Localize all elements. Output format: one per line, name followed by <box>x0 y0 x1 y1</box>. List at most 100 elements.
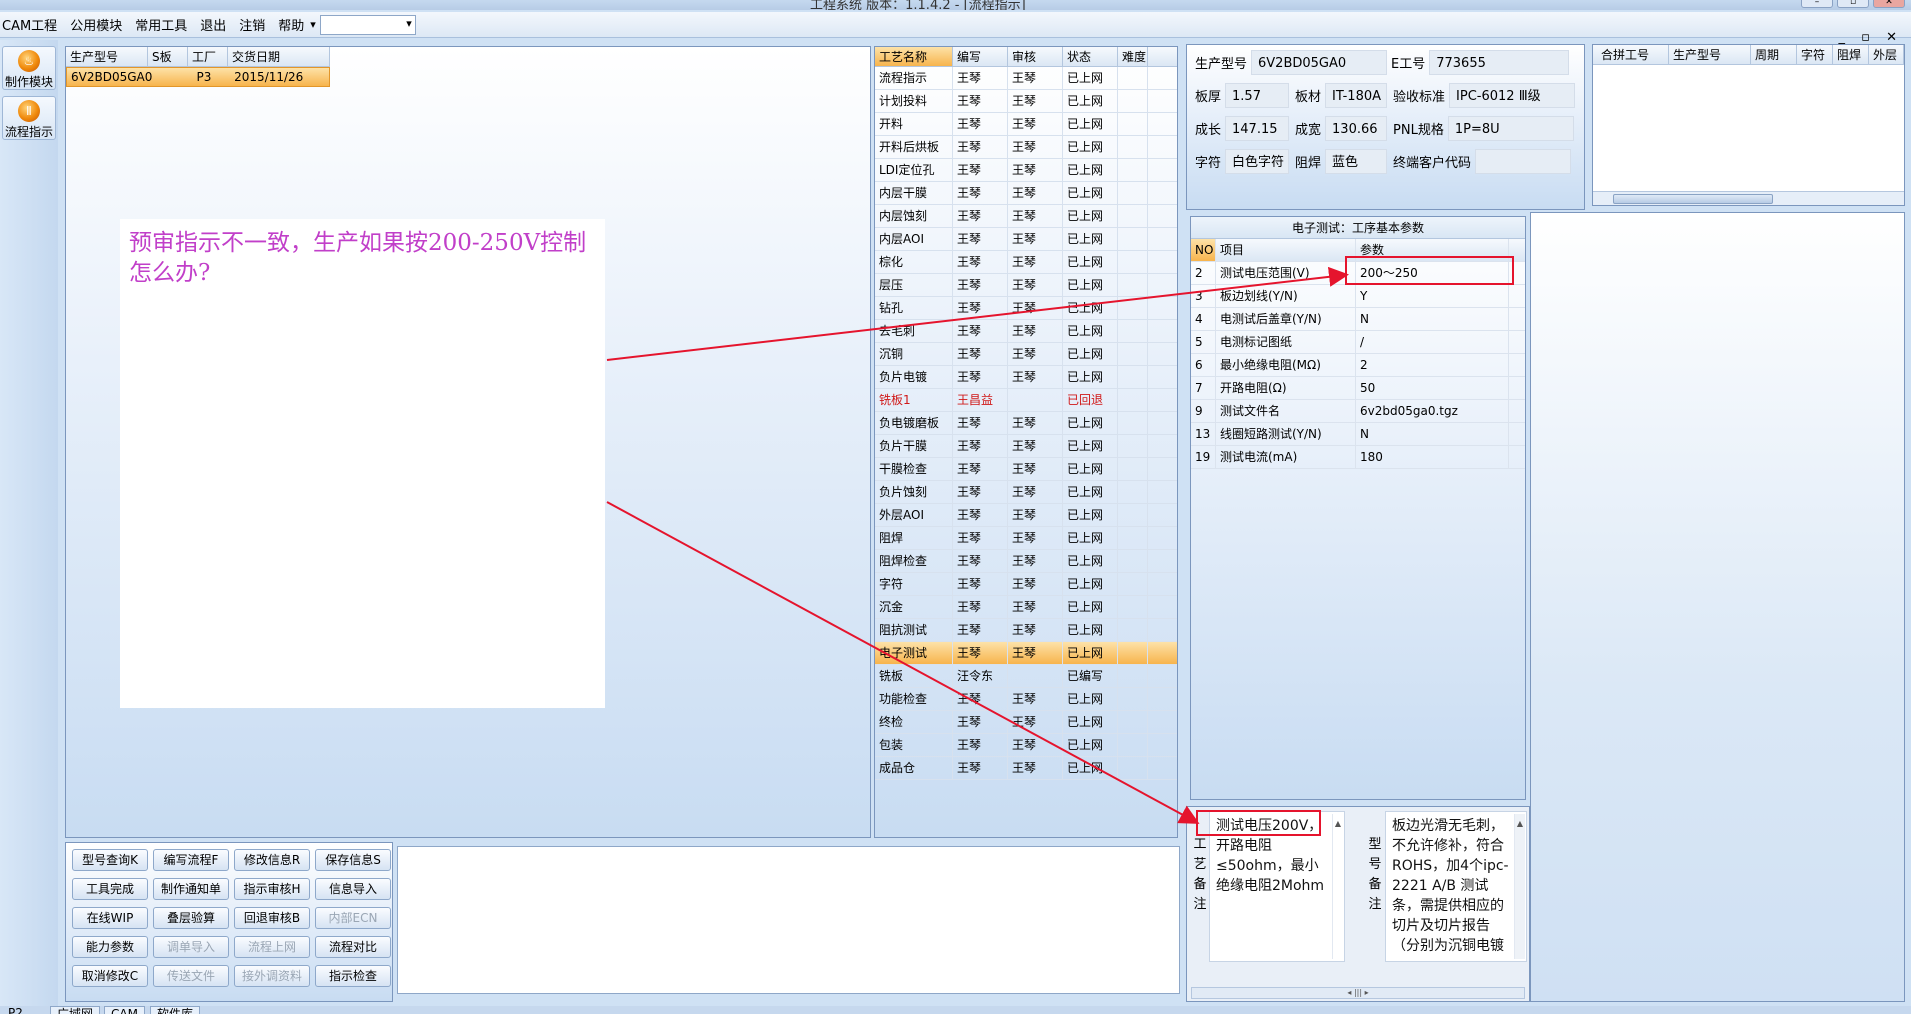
table-row[interactable]: LDI定位孔 王琴 王琴 已上网 <box>875 159 1177 182</box>
field-char[interactable]: 白色字符 <box>1225 149 1290 174</box>
table-row[interactable]: 内层蚀刻 王琴 王琴 已上网 <box>875 205 1177 228</box>
action-button[interactable]: 编写流程F <box>153 849 229 871</box>
action-button[interactable]: 指示审核H <box>234 878 310 900</box>
field-std[interactable]: IPC-6012 Ⅲ级 <box>1449 83 1576 108</box>
col-merge-cycle[interactable]: 周期 <box>1751 45 1797 64</box>
field-thick[interactable]: 1.57 <box>1225 83 1290 108</box>
action-button[interactable]: 回退审核B <box>234 907 310 929</box>
tab-software[interactable]: 软件库 <box>150 1006 201 1014</box>
col-no[interactable]: NO <box>1191 239 1216 261</box>
table-row[interactable]: 6V2BD05GA0 P3 2015/11/26 <box>66 67 330 87</box>
mdi-controls[interactable]: _ ▫ ✕ <box>1839 30 1903 45</box>
rail-button-flow[interactable]: Ⅱ 流程指示 <box>2 96 56 140</box>
table-row[interactable]: 功能检查 王琴 王琴 已上网 <box>875 688 1177 711</box>
action-button[interactable]: 工具完成 <box>72 878 148 900</box>
table-row[interactable]: 开料后烘板 王琴 王琴 已上网 <box>875 136 1177 159</box>
table-row[interactable]: 铣板 汪令东 已编写 <box>875 665 1177 688</box>
field-width[interactable]: 130.66 <box>1325 116 1388 141</box>
tab-cam[interactable]: CAM <box>104 1006 145 1014</box>
field-pnl[interactable]: 1P=8U <box>1447 116 1574 141</box>
table-row[interactable]: 9 测试文件名 6v2bd05ga0.tgz <box>1191 400 1525 423</box>
table-row[interactable]: 负电镀磨板 王琴 王琴 已上网 <box>875 412 1177 435</box>
table-row[interactable]: 干膜检查 王琴 王琴 已上网 <box>875 458 1177 481</box>
col-sboard[interactable]: S板 <box>148 47 188 66</box>
action-button[interactable]: 保存信息S <box>315 849 391 871</box>
menu-exit[interactable]: 退出 <box>200 15 226 34</box>
table-row[interactable]: 包装 王琴 王琴 已上网 <box>875 734 1177 757</box>
table-row[interactable]: 计划投料 王琴 王琴 已上网 <box>875 90 1177 113</box>
table-row[interactable]: 3 板边划线(Y/N) Y <box>1191 285 1525 308</box>
table-row[interactable]: 5 电测标记图纸 / <box>1191 331 1525 354</box>
action-button[interactable]: 叠层验算 <box>153 907 229 929</box>
col-reviewer[interactable]: 审核 <box>1008 47 1063 66</box>
field-material[interactable]: IT-180A <box>1325 83 1388 108</box>
table-row[interactable]: 成品仓 王琴 王琴 已上网 <box>875 757 1177 780</box>
table-row[interactable]: 沉铜 王琴 王琴 已上网 <box>875 343 1177 366</box>
merge-scrollbar[interactable] <box>1593 191 1904 205</box>
table-row[interactable]: 去毛刺 王琴 王琴 已上网 <box>875 320 1177 343</box>
table-row[interactable]: 电子测试 王琴 王琴 已上网 <box>875 642 1177 665</box>
memo-textbox[interactable] <box>397 846 1180 994</box>
menu-logout[interactable]: 注销 <box>239 15 265 34</box>
action-button[interactable]: 制作通知单 <box>153 878 229 900</box>
table-row[interactable]: 外层AOI 王琴 王琴 已上网 <box>875 504 1177 527</box>
menu-public[interactable]: 公用模块 <box>70 15 122 34</box>
table-row[interactable]: 阻焊 王琴 王琴 已上网 <box>875 527 1177 550</box>
action-button[interactable]: 传送文件 <box>153 965 229 987</box>
action-button[interactable]: 修改信息R <box>234 849 310 871</box>
action-button[interactable]: 型号查询K <box>72 849 148 871</box>
table-row[interactable]: 负片蚀刻 王琴 王琴 已上网 <box>875 481 1177 504</box>
action-button[interactable]: 取消修改C <box>72 965 148 987</box>
table-row[interactable]: 负片干膜 王琴 王琴 已上网 <box>875 435 1177 458</box>
table-row[interactable]: 终检 王琴 王琴 已上网 <box>875 711 1177 734</box>
action-button[interactable]: 信息导入 <box>315 878 391 900</box>
action-button[interactable]: 在线WIP <box>72 907 148 929</box>
col-difficulty[interactable]: 难度 <box>1118 47 1148 66</box>
action-button[interactable]: 流程上网 <box>234 936 310 958</box>
col-merge-mask[interactable]: 阻焊 <box>1833 45 1869 64</box>
col-merge-outer[interactable]: 外层 <box>1869 45 1904 64</box>
action-button[interactable]: 接外调资料 <box>234 965 310 987</box>
chevron-down-icon[interactable]: ▾ <box>310 18 316 31</box>
table-row[interactable]: 4 电测试后盖章(Y/N) N <box>1191 308 1525 331</box>
col-merge-eno[interactable]: 合拼工号 <box>1593 45 1669 64</box>
menu-tools[interactable]: 常用工具 <box>135 15 187 34</box>
col-process-name[interactable]: 工艺名称 <box>875 47 953 66</box>
rail-button-make[interactable]: ♨ 制作模块 <box>2 46 56 90</box>
field-model[interactable]: 6V2BD05GA0 <box>1251 50 1388 75</box>
col-merge-char[interactable]: 字符 <box>1797 45 1833 64</box>
tab-wan[interactable]: 广域网 <box>50 1006 101 1014</box>
close-icon[interactable]: ✕ <box>1873 0 1905 8</box>
action-button[interactable]: 指示检查 <box>315 965 391 987</box>
table-row[interactable]: 钻孔 王琴 王琴 已上网 <box>875 297 1177 320</box>
table-row[interactable]: 负片电镀 王琴 王琴 已上网 <box>875 366 1177 389</box>
field-eno[interactable]: 773655 <box>1429 50 1570 75</box>
table-row[interactable]: 内层AOI 王琴 王琴 已上网 <box>875 228 1177 251</box>
remarks-scrollbar[interactable]: ◂ ||| ▸ <box>1191 987 1525 999</box>
col-factory[interactable]: 工厂 <box>188 47 228 66</box>
table-row[interactable]: 字符 王琴 王琴 已上网 <box>875 573 1177 596</box>
action-button[interactable]: 能力参数 <box>72 936 148 958</box>
table-row[interactable]: 7 开路电阻(Ω) 50 <box>1191 377 1525 400</box>
table-row[interactable]: 19 测试电流(mA) 180 <box>1191 446 1525 469</box>
model-remark-text[interactable]: 板边光滑无毛刺，不允许修补，符合ROHS，加4个ipc-2221 A/B 测试条… <box>1385 811 1527 962</box>
col-model[interactable]: 生产型号 <box>66 47 148 66</box>
action-button[interactable]: 内部ECN <box>315 907 391 929</box>
table-row[interactable]: 13 线圈短路测试(Y/N) N <box>1191 423 1525 446</box>
action-button[interactable]: 流程对比 <box>315 936 391 958</box>
col-item[interactable]: 项目 <box>1216 239 1356 261</box>
col-status[interactable]: 状态 <box>1063 47 1118 66</box>
menu-help[interactable]: 帮助 <box>278 15 304 34</box>
tab-p2[interactable]: P2 <box>2 1006 29 1014</box>
field-mask[interactable]: 蓝色 <box>1325 149 1388 174</box>
scroll-thumb[interactable] <box>1613 194 1773 204</box>
menu-cam[interactable]: CAM工程 <box>2 15 57 34</box>
scrollbar[interactable]: ▲ <box>1514 814 1525 959</box>
col-writer[interactable]: 编写 <box>953 47 1008 66</box>
table-row[interactable]: 棕化 王琴 王琴 已上网 <box>875 251 1177 274</box>
table-row[interactable]: 阻焊检查 王琴 王琴 已上网 <box>875 550 1177 573</box>
table-row[interactable]: 沉金 王琴 王琴 已上网 <box>875 596 1177 619</box>
action-button[interactable]: 调单导入 <box>153 936 229 958</box>
table-row[interactable]: 流程指示 王琴 王琴 已上网 <box>875 67 1177 90</box>
minimize-icon[interactable]: – <box>1801 0 1833 8</box>
